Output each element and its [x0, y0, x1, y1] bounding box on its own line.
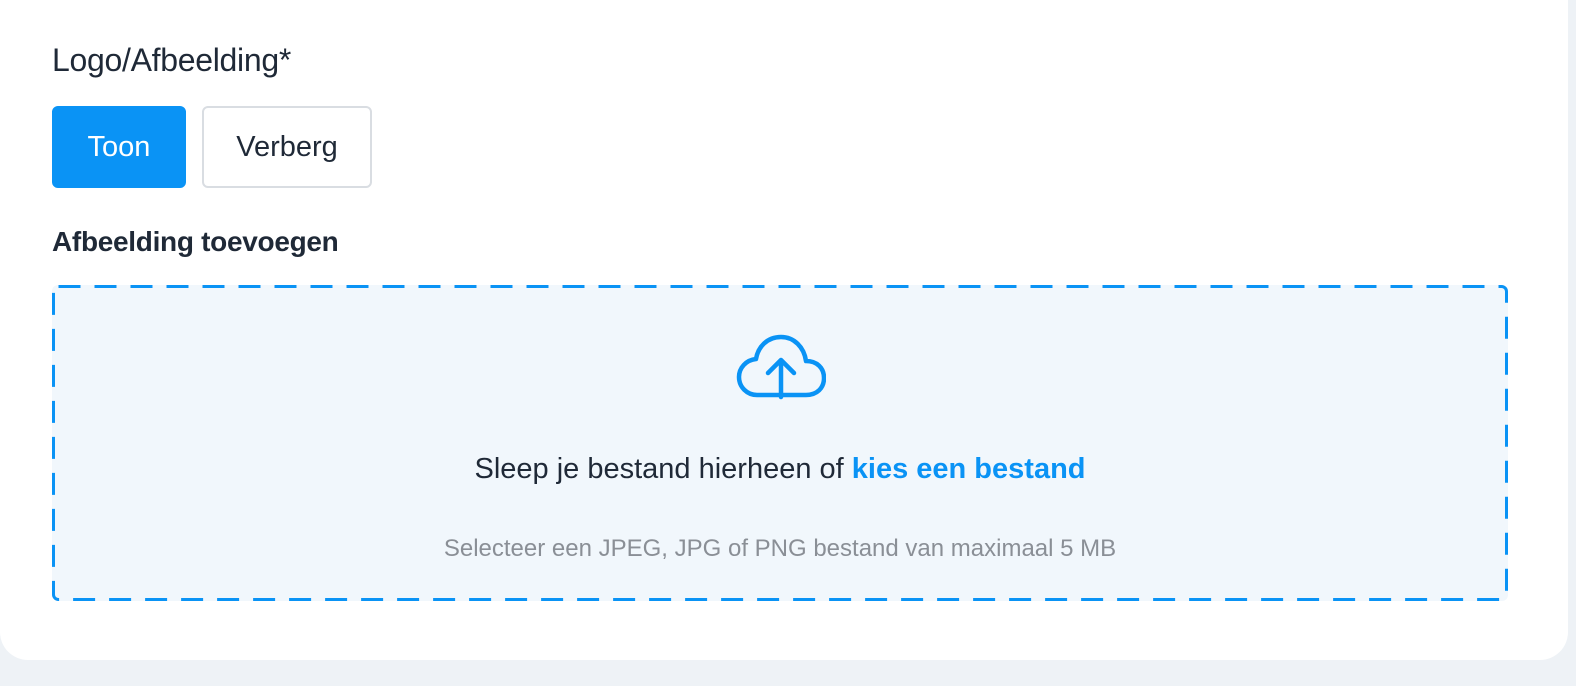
form-card: Logo/Afbeelding* Toon Verberg Afbeelding… [0, 0, 1568, 660]
choose-file-link[interactable]: kies een bestand [852, 453, 1086, 485]
drop-instructions: Sleep je bestand hierheen of kies een be… [52, 453, 1508, 486]
file-requirements-hint: Selecteer een JPEG, JPG of PNG bestand v… [443, 535, 1117, 562]
show-button[interactable]: Toon [52, 106, 186, 188]
drop-text: Sleep je bestand hierheen of [474, 453, 844, 485]
section-title: Logo/Afbeelding* [52, 42, 291, 78]
file-dropzone[interactable]: Sleep je bestand hierheen of kies een be… [52, 285, 1508, 601]
visibility-toggle: Toon Verberg [52, 106, 372, 188]
upload-title: Afbeelding toevoegen [52, 226, 339, 257]
cloud-upload-icon [736, 334, 826, 400]
hide-button[interactable]: Verberg [202, 106, 372, 188]
